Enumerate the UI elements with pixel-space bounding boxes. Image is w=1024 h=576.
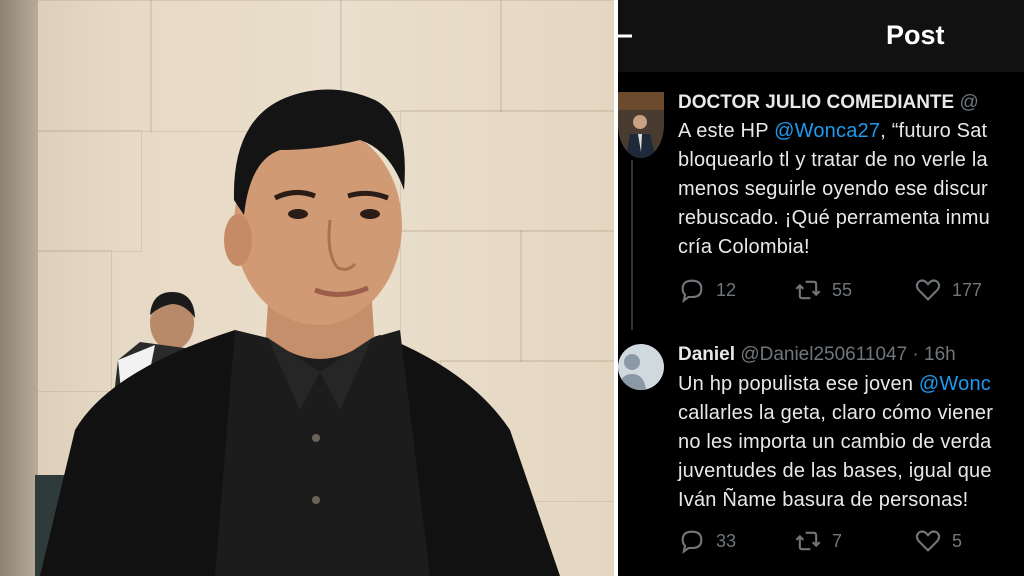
tweet-2-reply-button[interactable]: 33 (678, 527, 736, 555)
tweet-1-repost-count: 55 (832, 279, 853, 300)
tweet-1-reply-count: 12 (716, 279, 737, 300)
repost-icon (795, 280, 821, 300)
tweet-1-like-count: 177 (952, 279, 983, 300)
tweet-2-like-count: 5 (952, 530, 963, 551)
tweet-1-display-name[interactable]: DOCTOR JULIO COMEDIANTE (678, 92, 954, 113)
reply-icon (681, 530, 703, 554)
post-header: Post (618, 0, 1024, 72)
tweet-1-text-start: A este HP (678, 120, 775, 142)
tweet-2-mention-link[interactable]: @Wonc (919, 373, 991, 395)
avatar-julio[interactable] (618, 92, 664, 158)
tweet-1-text: A este HP @Wonca27, “futuro Sat bloquear… (678, 117, 1024, 262)
tweet-1-like-button[interactable]: 177 (914, 276, 982, 304)
tweet-2-author-row: Daniel @Daniel250611047 · 16h (678, 344, 956, 366)
reply-icon (681, 279, 703, 303)
thread-connector-line (631, 160, 633, 330)
tweet-1-mention-link[interactable]: @Wonca27 (774, 120, 880, 142)
person-illustration (35, 89, 560, 576)
tweet-1-repost-button[interactable]: 55 (794, 276, 852, 304)
like-icon (915, 279, 941, 301)
tweet-1-author-row: DOCTOR JULIO COMEDIANTE @ (678, 92, 979, 114)
tweet-2-reply-count: 33 (716, 530, 737, 551)
tweet-2-display-name[interactable]: Daniel (678, 344, 735, 365)
tweet-2-text-start: Un hp populista ese joven (678, 373, 919, 395)
tweet-1-handle[interactable]: @ (960, 92, 979, 113)
tweet-2-repost-count: 7 (832, 530, 843, 551)
news-photo (0, 0, 614, 576)
default-avatar-icon (618, 344, 664, 390)
page-title: Post (886, 20, 945, 50)
repost-icon (795, 531, 821, 551)
tweet-2-repost-button[interactable]: 7 (794, 527, 842, 555)
tweet-1-reply-button[interactable]: 12 (678, 276, 736, 304)
tweet-2-like-button[interactable]: 5 (914, 527, 962, 555)
tweet-2-text-rest: callarles la geta, claro cómo viener no … (678, 402, 994, 511)
tweet-2-handle[interactable]: @Daniel250611047 · 16h (740, 344, 955, 365)
like-icon (915, 530, 941, 552)
social-post-screenshot: Post DOCTOR JULIO COMEDIANTE @ A este HP… (618, 0, 1024, 576)
back-arrow-icon[interactable] (618, 24, 634, 48)
avatar-daniel[interactable] (618, 344, 664, 390)
tweet-2-text: Un hp populista ese joven @Wonc callarle… (678, 370, 1024, 515)
